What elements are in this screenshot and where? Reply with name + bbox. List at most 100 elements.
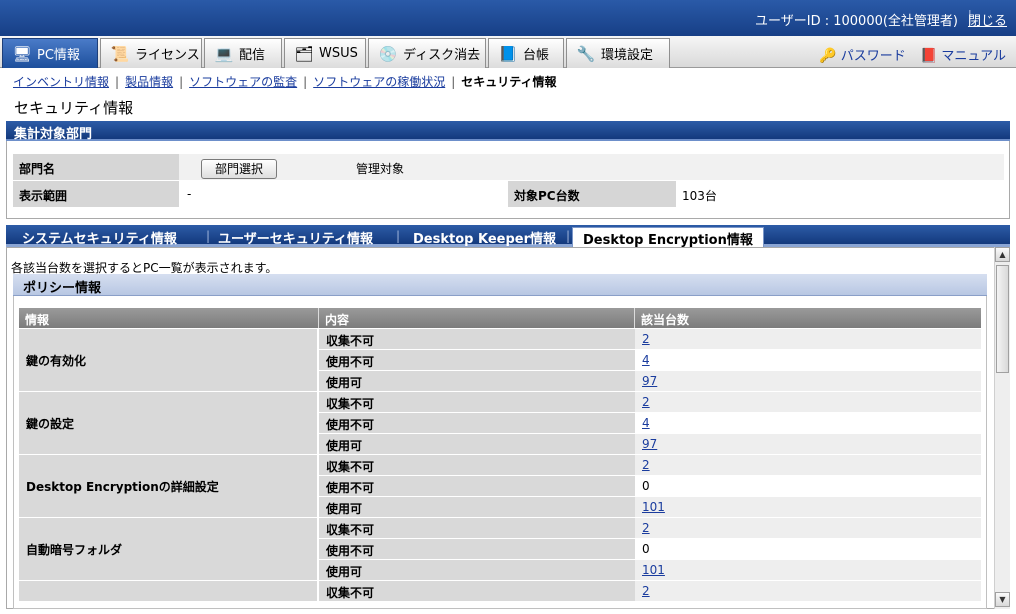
user-id-label: ユーザーID : 100000(全社管理者) [755,14,958,29]
tab-pc-info[interactable]: 🖥 PC情報 [2,38,98,68]
dept-label: 部門名 [13,154,179,180]
vertical-scrollbar[interactable]: ▲ ▼ [994,247,1010,609]
dept-section-box [6,141,1010,219]
policy-group-label [19,581,317,602]
manual-link[interactable]: マニュアル [941,49,1006,64]
policy-row-content: 収集不可 [319,455,635,476]
close-link[interactable]: 閉じる [968,10,1007,29]
separator: | [115,75,120,89]
count-link[interactable]: 4 [642,353,650,367]
manual-icon: 📕 [919,48,938,64]
count-link[interactable]: 97 [642,374,657,388]
dept-value: 管理対象 [356,162,405,176]
tab-desktop-encryption[interactable]: Desktop Encryption情報 [572,227,764,248]
separator: | [396,229,401,243]
pc-count-value: 103台 [676,181,1004,207]
dept-row: 部門名 部門選択 管理対象 [13,154,1004,180]
count-link[interactable]: 97 [642,437,657,451]
subnav-inventory[interactable]: インベントリ情報 [13,75,109,89]
tab-settings[interactable]: 🔧 環境設定 [566,38,670,68]
policy-row-content: 収集不可 [319,581,635,602]
breadcrumb: インベントリ情報 | 製品情報 | ソフトウェアの監査 | ソフトウェアの稼働状況 | セキュリ… [13,73,557,90]
disk-erase-icon: 💿 [378,44,398,63]
separator: | [303,75,308,89]
separator: | [451,75,456,89]
policy-row-content: 使用可 [319,560,635,581]
policy-row-content: 使用不可 [319,413,635,434]
policy-row-count-cell: 2 [635,518,981,539]
count-value: 0 [642,479,650,493]
subnav-product[interactable]: 製品情報 [125,75,173,89]
policy-row-content: 使用不可 [319,350,635,371]
scroll-thumb[interactable] [996,265,1009,373]
policy-row-count-cell: 2 [635,392,981,413]
settings-icon: 🔧 [576,44,596,63]
count-link[interactable]: 2 [642,584,650,598]
tab-wsus[interactable]: 🗂 WSUS [284,38,366,68]
password-link[interactable]: パスワード [841,49,906,64]
ledger-icon: 📘 [498,44,518,63]
tab-label: 台帳 [523,48,550,63]
col-header-count: 該当台数 [635,308,981,328]
subnav-audit[interactable]: ソフトウェアの監査 [189,75,297,89]
tab-label: ディスク消去 [403,48,481,63]
policy-row-count-cell: 97 [635,371,981,392]
policy-row-count-cell: 2 [635,329,981,350]
col-header-content: 内容 [319,308,635,328]
policy-row-content: 使用不可 [319,476,635,497]
policy-row-count-cell: 4 [635,413,981,434]
tab-license[interactable]: 📜 ライセンス [100,38,202,68]
scroll-up-arrow-icon[interactable]: ▲ [995,247,1010,262]
policy-row-content: 収集不可 [319,392,635,413]
right-links: 🔑 パスワード 📕 マニュアル [819,45,1006,64]
tab-label: WSUS [319,46,358,61]
policy-row-count-cell: 2 [635,581,981,602]
separator: | [179,75,184,89]
count-link[interactable]: 4 [642,416,650,430]
policy-row-content: 使用可 [319,497,635,518]
policy-row-count-cell: 0 [635,539,981,560]
tab-user-security[interactable]: ユーザーセキュリティ情報 [208,227,383,247]
policy-section-header: ポリシー情報 [13,274,987,296]
tab-ledger[interactable]: 📘 台帳 [488,38,564,68]
policy-group-label: 自動暗号フォルダ [19,518,317,581]
count-link[interactable]: 101 [642,500,665,514]
separator: | [566,229,571,243]
subnav-current: セキュリティ情報 [461,75,557,89]
count-link[interactable]: 101 [642,563,665,577]
count-link[interactable]: 2 [642,458,650,472]
policy-group-label: Desktop Encryptionの詳細設定 [19,455,317,518]
page-title: セキュリティ情報 [14,99,134,117]
range-label: 表示範囲 [13,181,179,207]
range-row: 表示範囲 - 対象PC台数 103台 [13,181,1004,207]
policy-row-content: 使用不可 [319,539,635,560]
tab-disk-erase[interactable]: 💿 ディスク消去 [368,38,486,68]
count-value: 0 [642,542,650,556]
pc-count-label: 対象PC台数 [508,181,676,207]
top-user-bar: ユーザーID : 100000(全社管理者) | 閉じる [0,0,1016,36]
tab-label: 環境設定 [601,48,654,63]
count-link[interactable]: 2 [642,332,650,346]
policy-row-content: 収集不可 [319,518,635,539]
policy-row-count-cell: 0 [635,476,981,497]
policy-row-content: 収集不可 [319,329,635,350]
subnav-usage[interactable]: ソフトウェアの稼働状況 [313,75,445,89]
tab-system-security[interactable]: システムセキュリティ情報 [12,227,187,247]
range-value: - [181,181,508,207]
tab-desktop-keeper[interactable]: Desktop Keeper情報 [403,227,566,247]
license-icon: 📜 [110,44,130,63]
policy-group-label: 鍵の設定 [19,392,317,455]
policy-row-count-cell: 4 [635,350,981,371]
tab-label: 配信 [239,48,266,63]
tab-distribution[interactable]: 💻 配信 [204,38,282,68]
dept-select-button[interactable]: 部門選択 [201,159,277,179]
col-header-info: 情報 [19,308,319,328]
dept-section-header: 集計対象部門 [6,121,1010,142]
policy-row-count-cell: 2 [635,455,981,476]
scroll-down-arrow-icon[interactable]: ▼ [995,592,1010,607]
policy-row-content: 使用可 [319,371,635,392]
distribution-icon: 💻 [214,44,234,63]
count-link[interactable]: 2 [642,395,650,409]
count-link[interactable]: 2 [642,521,650,535]
policy-row-count-cell: 101 [635,497,981,518]
